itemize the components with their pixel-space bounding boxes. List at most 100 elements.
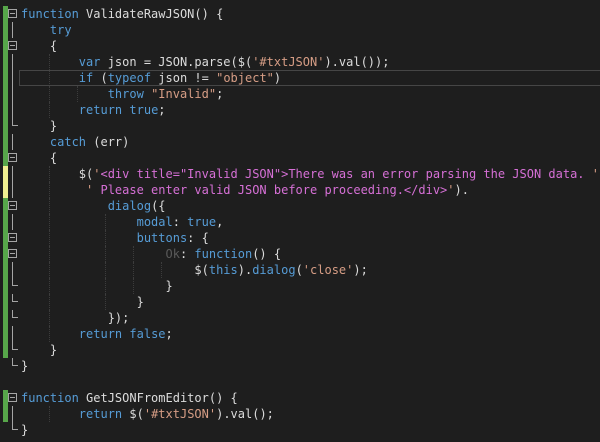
code-text[interactable]: function ValidateRawJSON() { [21, 6, 223, 22]
code-text[interactable]: { [21, 150, 57, 166]
code-token: ( [93, 71, 108, 85]
code-token: true [129, 103, 159, 117]
code-text[interactable]: ' Please enter valid JSON before proceed… [21, 182, 469, 198]
code-token: } [21, 295, 144, 309]
code-token: $( [21, 263, 209, 277]
code-text[interactable]: try [21, 22, 72, 38]
saved-change-marker [3, 278, 8, 294]
code-text[interactable]: throw "Invalid"; [21, 86, 224, 102]
code-text[interactable]: $(this).dialog('close'); [21, 262, 368, 278]
collapse-icon[interactable] [8, 233, 17, 242]
code-line[interactable]: function GetJSONFromEditor() { [0, 390, 600, 406]
code-text[interactable]: } [21, 422, 28, 438]
code-line[interactable]: modal: true, [0, 214, 600, 230]
code-text[interactable]: var json = JSON.parse($('#txtJSON').val(… [21, 54, 390, 70]
saved-change-marker [3, 214, 8, 230]
code-text[interactable]: return false; [21, 326, 173, 342]
code-line[interactable]: $(this).dialog('close'); [0, 262, 600, 278]
code-text[interactable]: } [21, 118, 57, 134]
code-line[interactable]: return $('#txtJSON').val(); [0, 406, 600, 422]
collapse-icon[interactable] [8, 201, 17, 210]
code-line[interactable]: } [0, 278, 600, 294]
code-token: ); [353, 263, 368, 277]
saved-change-marker [3, 134, 8, 150]
code-line[interactable]: }); [0, 310, 600, 326]
code-line[interactable] [0, 374, 600, 390]
outline-line [12, 54, 13, 70]
saved-change-marker [3, 102, 8, 118]
code-line[interactable]: dialog({ [0, 198, 600, 214]
code-token: ( [295, 263, 303, 277]
code-token: ).val()); [324, 55, 390, 69]
code-token: throw [107, 87, 144, 101]
code-text[interactable]: { [21, 38, 57, 54]
code-text[interactable]: $('<div title="Invalid JSON">There was a… [21, 166, 600, 182]
code-text[interactable]: Ok: function() { [21, 246, 282, 262]
code-line[interactable]: Ok: function() { [0, 246, 600, 262]
code-text[interactable]: dialog({ [21, 198, 166, 214]
code-token: dialog [107, 199, 152, 213]
code-token: try [49, 23, 72, 37]
code-token: }); [21, 311, 130, 325]
outline-line [12, 262, 13, 278]
code-line[interactable]: { [0, 150, 600, 166]
code-text[interactable]: } [21, 342, 57, 358]
code-line[interactable]: return true; [0, 102, 600, 118]
code-line[interactable]: return false; [0, 326, 600, 342]
code-line[interactable]: } [0, 118, 600, 134]
code-token: true [187, 215, 217, 229]
code-line[interactable]: } [0, 342, 600, 358]
outline-line [12, 166, 13, 182]
code-line[interactable]: } [0, 358, 600, 374]
code-text[interactable]: return true; [21, 102, 166, 118]
code-token: ' [447, 183, 455, 197]
unsaved-change-marker [3, 166, 8, 182]
code-line[interactable]: { [0, 38, 600, 54]
code-line[interactable]: } [0, 294, 600, 310]
code-token: modal [136, 215, 173, 229]
code-token: () { [252, 247, 282, 261]
code-text[interactable]: buttons: { [21, 230, 209, 246]
code-text[interactable]: } [21, 358, 28, 374]
collapse-icon[interactable] [8, 393, 17, 402]
code-token: GetJSONFromEditor() { [78, 391, 238, 405]
code-line[interactable]: var json = JSON.parse($('#txtJSON').val(… [0, 54, 600, 70]
code-line[interactable]: } [0, 422, 600, 438]
code-text[interactable]: }); [21, 310, 130, 326]
code-token: 'close' [302, 263, 354, 277]
code-token: ; [158, 103, 166, 117]
code-text[interactable]: if (typeof json != "object") [21, 70, 281, 86]
code-editor[interactable]: function ValidateRawJSON() { try { var j… [0, 0, 600, 442]
code-text[interactable]: } [21, 278, 172, 294]
code-text[interactable]: catch (err) [21, 134, 129, 150]
code-line[interactable]: catch (err) [0, 134, 600, 150]
code-line[interactable]: if (typeof json != "object") [0, 70, 600, 86]
outline-line [12, 22, 13, 38]
code-text[interactable]: function GetJSONFromEditor() { [21, 390, 238, 406]
collapse-icon[interactable] [8, 249, 17, 258]
code-line[interactable]: ' Please enter valid JSON before proceed… [0, 182, 600, 198]
code-text[interactable]: return $('#txtJSON').val(); [21, 406, 274, 422]
code-line[interactable]: buttons: { [0, 230, 600, 246]
collapse-icon[interactable] [8, 41, 17, 50]
code-token: json != [151, 71, 217, 85]
code-line[interactable]: try [0, 22, 600, 38]
collapse-icon[interactable] [8, 153, 17, 162]
saved-change-marker [3, 86, 8, 102]
code-text[interactable]: modal: true, [21, 214, 224, 230]
code-token: $( [21, 167, 94, 181]
code-line[interactable]: function ValidateRawJSON() { [0, 6, 600, 22]
code-line[interactable]: throw "Invalid"; [0, 86, 600, 102]
collapse-icon[interactable] [8, 9, 17, 18]
code-line[interactable]: $('<div title="Invalid JSON">There was a… [0, 166, 600, 182]
code-text[interactable]: } [21, 294, 144, 310]
code-token: "Invalid" [151, 87, 217, 101]
code-token: '#txtJSON' [143, 407, 217, 421]
